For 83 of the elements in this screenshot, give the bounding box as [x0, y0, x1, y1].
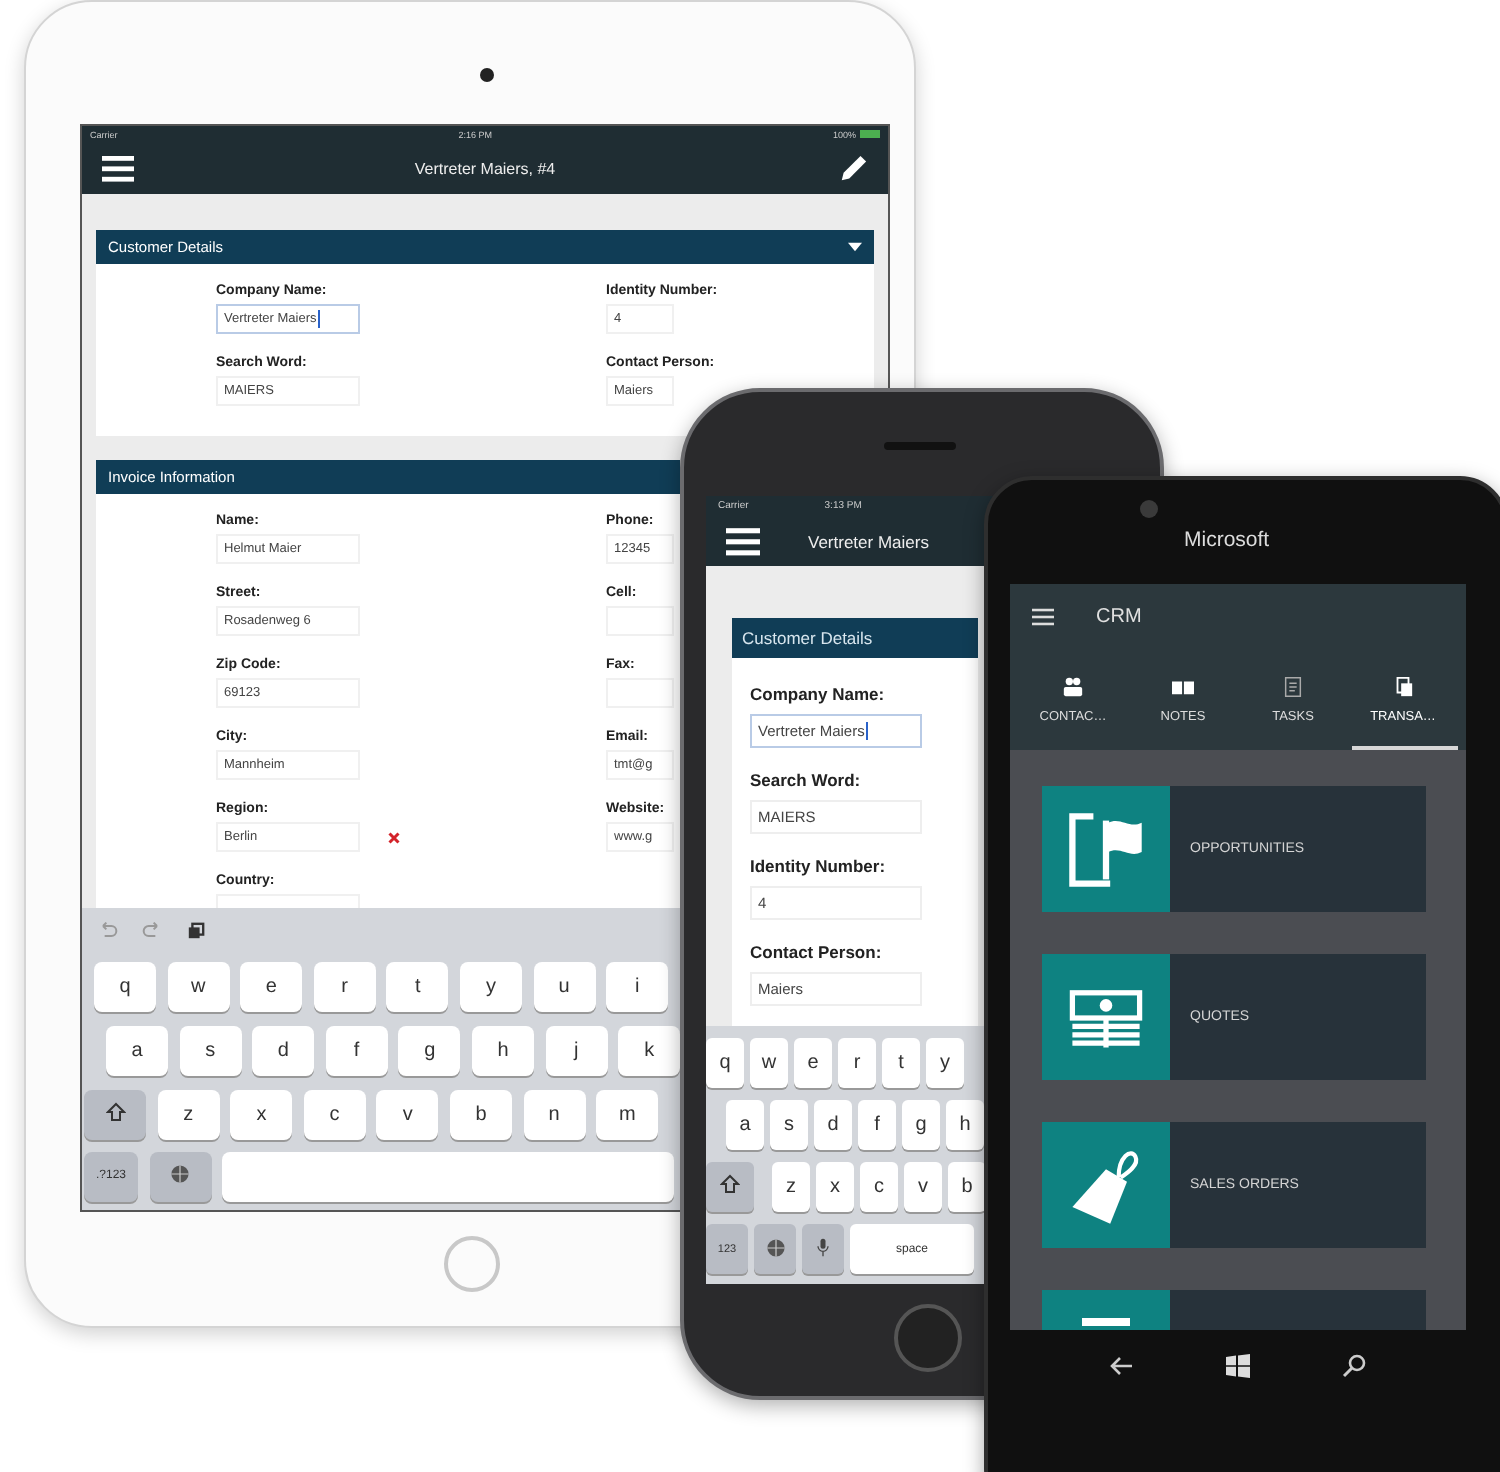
keyboard-key[interactable]: d: [252, 1025, 315, 1075]
clear-icon[interactable]: [388, 831, 400, 843]
keyboard-key[interactable]: b: [948, 1162, 986, 1212]
keyboard-key[interactable]: a: [106, 1025, 168, 1075]
keyboard-key[interactable]: m: [596, 1089, 659, 1139]
keyboard-key[interactable]: y: [459, 961, 522, 1011]
globe-key[interactable]: [754, 1224, 796, 1274]
globe-icon: [170, 1163, 191, 1183]
menu-icon[interactable]: [726, 527, 760, 555]
notepad-icon: [1282, 676, 1304, 698]
field-label: Contact Person:: [750, 942, 882, 966]
screen-title: Vertreter Maiers, #4: [414, 159, 556, 177]
keyboard-key[interactable]: q: [706, 1038, 744, 1088]
keyboard-key[interactable]: t: [882, 1038, 920, 1088]
keyboard-key[interactable]: c: [860, 1162, 898, 1212]
keyboard-key[interactable]: j: [545, 1025, 608, 1075]
field-label: Search Word:: [750, 770, 861, 794]
keyboard-key[interactable]: u: [533, 961, 596, 1011]
camera-lens: [1140, 500, 1158, 518]
book-icon: [1172, 676, 1194, 698]
keyboard-key[interactable]: y: [926, 1038, 964, 1088]
keyboard-key[interactable]: e: [240, 961, 303, 1011]
shift-key[interactable]: [84, 1089, 146, 1139]
keyboard-key[interactable]: x: [816, 1162, 854, 1212]
document-icon: [1392, 676, 1414, 698]
keyboard-key[interactable]: s: [770, 1100, 808, 1150]
keyboard-key[interactable]: e: [794, 1038, 832, 1088]
people-icon: [1062, 676, 1084, 698]
shift-arrow-icon: [720, 1174, 740, 1194]
shift-arrow-icon: [105, 1101, 125, 1121]
keyboard-key[interactable]: w: [750, 1038, 788, 1088]
section-title: Customer Details: [742, 628, 873, 648]
keyboard-key[interactable]: v: [376, 1089, 439, 1139]
keyboard-key[interactable]: z: [157, 1089, 220, 1139]
back-icon[interactable]: [1110, 1354, 1134, 1378]
app-title: CRM: [1096, 606, 1142, 628]
keyboard-key[interactable]: n: [523, 1089, 586, 1139]
text-cursor: [866, 722, 869, 740]
keyboard-key[interactable]: f: [858, 1100, 896, 1150]
windows-logo-icon[interactable]: [1226, 1354, 1250, 1378]
search-icon[interactable]: [1342, 1354, 1366, 1378]
keyboard-key[interactable]: w: [167, 961, 230, 1011]
menu-icon[interactable]: [1032, 608, 1054, 626]
keyboard-key[interactable]: q: [94, 961, 156, 1011]
globe-key[interactable]: [149, 1151, 212, 1201]
camera-lens: [480, 68, 494, 82]
bar-icon: [1082, 1318, 1130, 1326]
shift-key[interactable]: [706, 1162, 754, 1212]
document-flag-icon: [1064, 807, 1148, 891]
section-header[interactable]: Customer Details: [732, 618, 978, 658]
microphone-key[interactable]: [802, 1224, 844, 1274]
keyboard-key[interactable]: z: [772, 1162, 810, 1212]
keyboard-key[interactable]: c: [303, 1089, 366, 1139]
field-label: Identity Number:: [750, 856, 886, 880]
microphone-icon: [816, 1237, 830, 1257]
keyboard-key[interactable]: h: [946, 1100, 984, 1150]
keyboard-key[interactable]: a: [726, 1100, 764, 1150]
keyboard-key[interactable]: k: [618, 1025, 681, 1075]
input-field[interactable]: [606, 606, 674, 636]
battery-icon: [859, 130, 880, 138]
brand-label: Microsoft: [1184, 528, 1270, 552]
keyboard-key[interactable]: s: [179, 1025, 242, 1075]
keyboard-key[interactable]: h: [471, 1025, 534, 1075]
text-cursor: [318, 310, 321, 328]
keyboard-key[interactable]: d: [814, 1100, 852, 1150]
field-label: Company Name:: [750, 684, 885, 708]
keyboard-key[interactable]: r: [838, 1038, 876, 1088]
keyboard-key[interactable]: r: [313, 961, 376, 1011]
keyboard-key[interactable]: t: [386, 961, 449, 1011]
keyboard-key[interactable]: g: [398, 1025, 461, 1075]
keyboard-key[interactable]: g: [902, 1100, 940, 1150]
keyboard-key[interactable]: f: [325, 1025, 388, 1075]
input-field[interactable]: [606, 678, 674, 708]
caret-icon[interactable]: [848, 242, 862, 252]
paste-icon[interactable]: [186, 922, 206, 940]
screen-title: Vertreter Maiers: [808, 531, 929, 551]
globe-icon: [765, 1237, 785, 1257]
keyboard-key[interactable]: b: [449, 1089, 512, 1139]
keyboard-key[interactable]: i: [606, 961, 669, 1011]
keyboard-key[interactable]: x: [230, 1089, 293, 1139]
pencil-icon[interactable]: [838, 153, 868, 183]
menu-icon[interactable]: [102, 155, 134, 181]
keyboard-key[interactable]: v: [904, 1162, 942, 1212]
